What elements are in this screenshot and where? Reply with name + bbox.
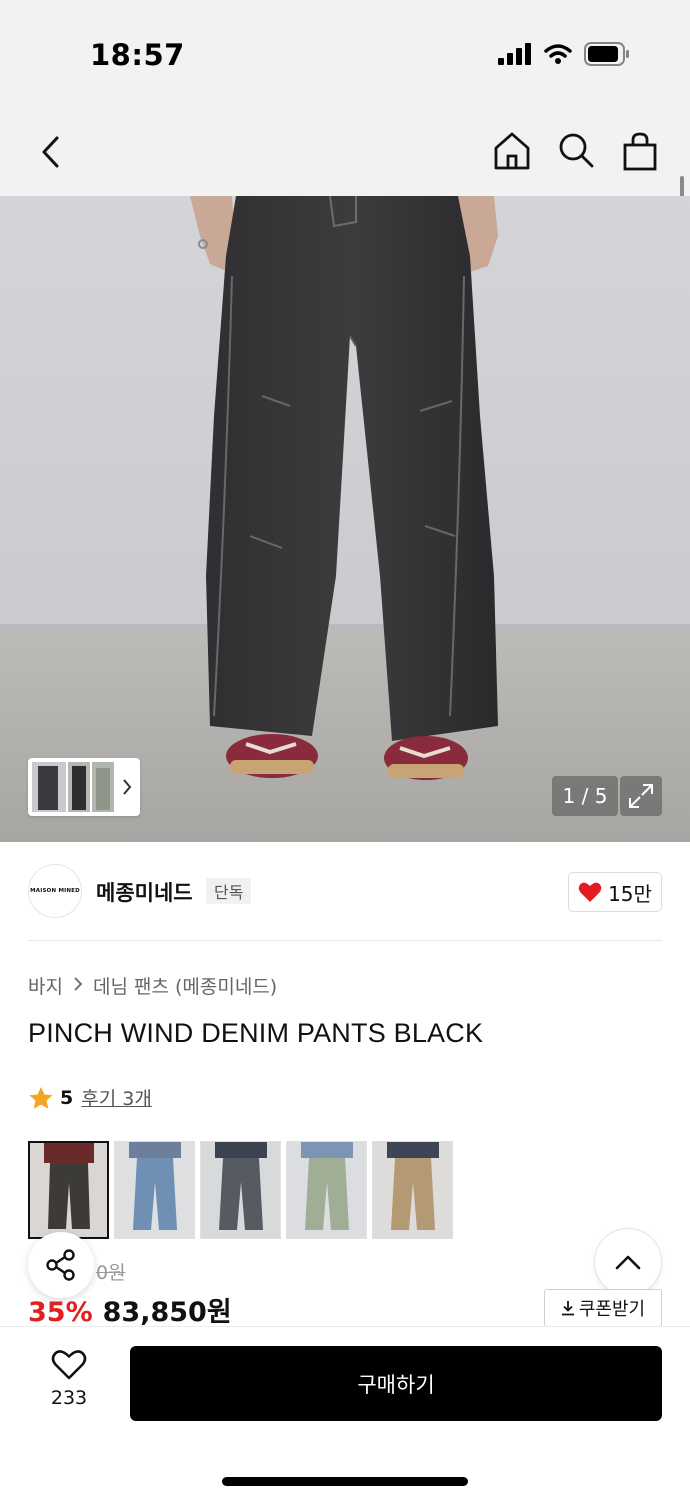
review-link[interactable]: 후기 3개	[81, 1084, 152, 1111]
wishlist-count: 233	[50, 1387, 88, 1409]
product-image[interactable]	[0, 196, 690, 842]
breadcrumb: 바지 데님 팬츠 (메종미네드)	[28, 972, 277, 999]
buy-button[interactable]: 구매하기	[130, 1346, 662, 1421]
search-icon	[559, 133, 594, 168]
chevron-up-icon	[615, 1255, 641, 1270]
expand-icon	[629, 784, 653, 808]
divider	[28, 940, 662, 941]
sale-price: 83,850원	[102, 1297, 232, 1328]
top-nav-bar	[0, 110, 690, 196]
chevron-right-icon	[122, 778, 132, 796]
status-bar: 18:57	[0, 0, 690, 110]
coupon-label: 쿠폰받기	[578, 1299, 646, 1320]
shopping-bag-icon	[623, 132, 657, 171]
product-photo	[0, 196, 690, 842]
rating-row: 5 후기 3개	[28, 1084, 152, 1111]
color-option-beige[interactable]	[372, 1141, 453, 1239]
exclusive-badge: 단독	[206, 878, 252, 904]
home-icon	[494, 132, 530, 170]
download-icon	[561, 1301, 574, 1316]
brand-name[interactable]: 메종미네드	[96, 877, 193, 907]
product-title: PINCH WIND DENIM PANTS BLACK	[28, 1018, 484, 1048]
star-icon	[29, 1086, 53, 1109]
heart-filled-icon	[578, 882, 602, 902]
wishlist-button[interactable]: 233	[36, 1349, 102, 1409]
scroll-to-top-button[interactable]	[594, 1228, 662, 1296]
wifi-icon	[544, 43, 572, 69]
brand-like-count: 15만	[608, 881, 652, 906]
discount-rate: 35%	[28, 1297, 93, 1328]
color-option-sage[interactable]	[286, 1141, 367, 1239]
nav-actions	[492, 128, 660, 174]
original-price: 0원	[96, 1262, 126, 1284]
bottom-action-bar: 233 구매하기	[0, 1326, 690, 1500]
brand-row[interactable]: MAISON MINED 메종미네드 단독 15만	[28, 864, 662, 920]
share-icon	[46, 1249, 75, 1281]
color-options	[28, 1141, 453, 1239]
status-icons	[498, 42, 630, 70]
search-button[interactable]	[556, 128, 596, 174]
home-indicator	[222, 1477, 468, 1486]
share-button[interactable]	[28, 1232, 94, 1298]
expand-button[interactable]	[620, 776, 662, 816]
brand-like-button[interactable]: 15만	[568, 872, 662, 912]
breadcrumb-item-denim[interactable]: 데님 팬츠 (메종미네드)	[93, 972, 277, 999]
color-option-grey[interactable]	[200, 1141, 281, 1239]
color-option-light-blue[interactable]	[114, 1141, 195, 1239]
image-thumbnail-strip[interactable]	[28, 758, 140, 816]
heart-outline-icon	[51, 1350, 87, 1380]
mini-thumbnails	[32, 762, 114, 812]
battery-icon	[584, 42, 630, 70]
color-option-black[interactable]	[28, 1141, 109, 1239]
price-row: 35% 83,850원	[28, 1290, 232, 1329]
home-button[interactable]	[492, 128, 532, 174]
cart-button[interactable]	[620, 128, 660, 174]
back-chevron-icon	[42, 136, 59, 168]
back-button[interactable]	[30, 130, 70, 174]
status-time: 18:57	[90, 38, 185, 72]
signal-icon	[498, 43, 532, 69]
breadcrumb-item-pants[interactable]: 바지	[28, 972, 63, 999]
coupon-button[interactable]: 쿠폰받기	[544, 1289, 662, 1327]
image-counter: 1 / 5	[552, 776, 618, 816]
brand-logo[interactable]: MAISON MINED	[28, 864, 82, 918]
breadcrumb-separator-icon	[73, 975, 83, 997]
rating-value: 5	[60, 1086, 74, 1109]
